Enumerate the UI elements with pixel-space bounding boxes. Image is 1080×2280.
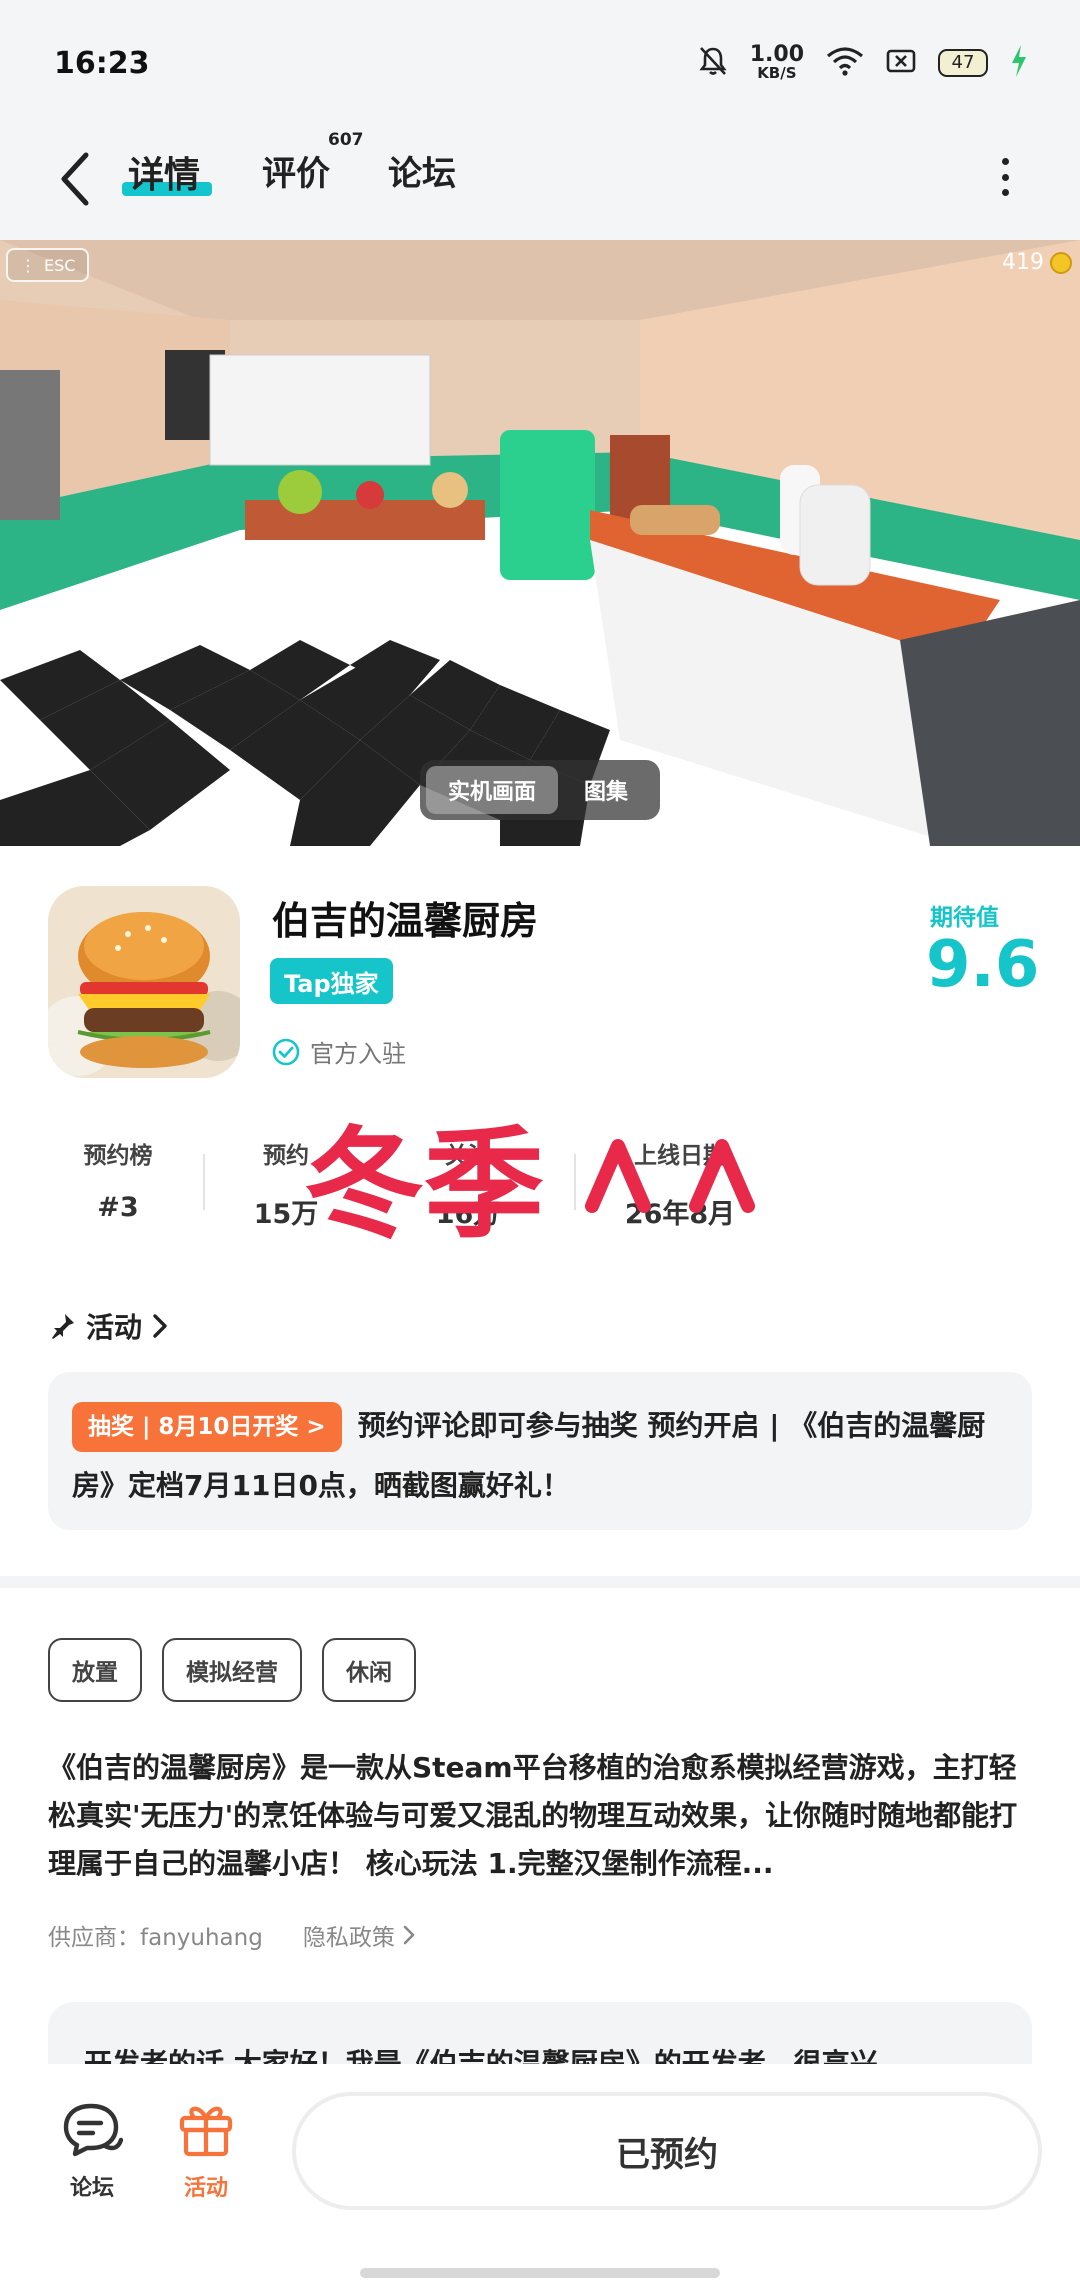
back-button[interactable] [50, 144, 100, 214]
bottom-action-bar: 论坛 活动 已预约 [0, 2064, 1080, 2280]
supplier-label: 供应商：fanyuhang [48, 1925, 263, 1951]
lottery-tag[interactable]: 抽奖 | 8月10日开奖 > [72, 1402, 342, 1452]
game-screenshot [0, 240, 1080, 846]
tab-forum[interactable]: 论坛 [388, 146, 456, 195]
bottom-nav-activity-label: 活动 [183, 2176, 228, 2201]
stat-rank[interactable]: 预约榜 #3 [58, 1136, 178, 1223]
chevron-right-icon [403, 1925, 415, 1945]
privacy-policy-link[interactable]: 隐私政策 [303, 1918, 415, 1952]
real-footage-toggle[interactable]: 实机画面 [426, 766, 558, 814]
esc-label: ESC [44, 255, 76, 275]
mute-bell-icon [698, 45, 728, 81]
media-switch: 实机画面 图集 [420, 760, 660, 820]
more-options-button[interactable] [990, 152, 1020, 202]
activity-text-block: 抽奖 | 8月10日开奖 > 预约评论即可参与抽奖 预约开启 | 《伯吉的温馨厨房… [72, 1396, 1008, 1516]
section-divider [0, 1576, 1080, 1588]
check-circle-icon [272, 1038, 300, 1065]
coin-icon [1050, 251, 1072, 274]
top-nav: 详情 评价 607 论坛 [0, 120, 1080, 240]
burger-icon [48, 886, 240, 1078]
battery-indicator: 47 [938, 48, 988, 77]
wifi-icon [826, 46, 864, 80]
coin-counter: 419 [1002, 250, 1072, 275]
net-speed-value: 1.00 [749, 42, 804, 67]
activity-section-title: 活动 [86, 1311, 143, 1344]
tag-simulation[interactable]: 模拟经营 [162, 1638, 302, 1702]
stat-divider [203, 1154, 205, 1210]
official-label: 官方入驻 [310, 1040, 406, 1068]
caret-mark-1 [585, 1139, 651, 1213]
chat-bubble-icon [63, 2103, 124, 2157]
supplier-row: 供应商：fanyuhang 隐私政策 [48, 1918, 415, 1952]
winter-sticker-overlay: 冬季 [304, 1116, 755, 1255]
menu-dots-icon: ⋮ [20, 255, 36, 275]
net-speed-unit: KB/S [757, 64, 797, 82]
status-icons: 1.00 KB/S 47 [698, 44, 1028, 81]
bottom-nav-activity[interactable]: 活动 [166, 2100, 246, 2202]
coin-count-value: 419 [1002, 250, 1044, 275]
caret-mark-2 [689, 1139, 755, 1213]
app-icon [48, 886, 240, 1078]
genre-tags: 放置 模拟经营 休闲 [48, 1638, 416, 1702]
expectation-label: 期待值 [930, 905, 999, 931]
official-verified: 官方入驻 [272, 1034, 406, 1069]
review-count-badge: 607 [328, 130, 364, 150]
tag-idle[interactable]: 放置 [48, 1638, 142, 1702]
bottom-nav-forum-label: 论坛 [69, 2176, 114, 2201]
chevron-right-icon [153, 1314, 167, 1338]
gift-icon [179, 2106, 233, 2157]
privacy-policy-label: 隐私政策 [302, 1925, 395, 1951]
game-media-viewer[interactable]: ⋮ ESC 419 实机画面 图集 [0, 240, 1080, 846]
gallery-toggle[interactable]: 图集 [566, 766, 646, 814]
activity-section-header[interactable]: 活动 [48, 1306, 168, 1346]
expectation-score: 9.6 [926, 928, 1040, 1002]
game-description[interactable]: 《伯吉的温馨厨房》是一款从Steam平台移植的治愈系模拟经营游戏，主打轻松真实'… [48, 1744, 1032, 1888]
tag-casual[interactable]: 休闲 [322, 1638, 416, 1702]
reserved-button[interactable]: 已预约 [292, 2092, 1042, 2210]
net-speed: 1.00 KB/S [750, 44, 804, 81]
stat-rank-value: #3 [97, 1192, 139, 1223]
esc-button[interactable]: ⋮ ESC [6, 248, 90, 282]
stat-rank-label: 预约榜 [83, 1143, 153, 1169]
activity-card[interactable]: 抽奖 | 8月10日开奖 > 预约评论即可参与抽奖 预约开启 | 《伯吉的温馨厨房… [48, 1372, 1032, 1530]
home-indicator[interactable] [360, 2268, 720, 2278]
bottom-nav-forum[interactable]: 论坛 [52, 2100, 132, 2202]
chevron-left-icon [61, 152, 89, 206]
status-time: 16:23 [54, 46, 150, 81]
status-bar: 16:23 1.00 KB/S 47 [0, 0, 1080, 120]
pin-icon [52, 1314, 74, 1339]
tab-detail[interactable]: 详情 [128, 146, 200, 198]
app-title: 伯吉的温馨厨房 [272, 899, 539, 943]
charging-icon [1010, 44, 1028, 81]
sim-off-icon [886, 49, 916, 77]
sticker-text: 冬季 [304, 1116, 544, 1255]
tap-exclusive-badge: Tap独家 [270, 958, 393, 1004]
tab-review[interactable]: 评价 [262, 146, 330, 195]
